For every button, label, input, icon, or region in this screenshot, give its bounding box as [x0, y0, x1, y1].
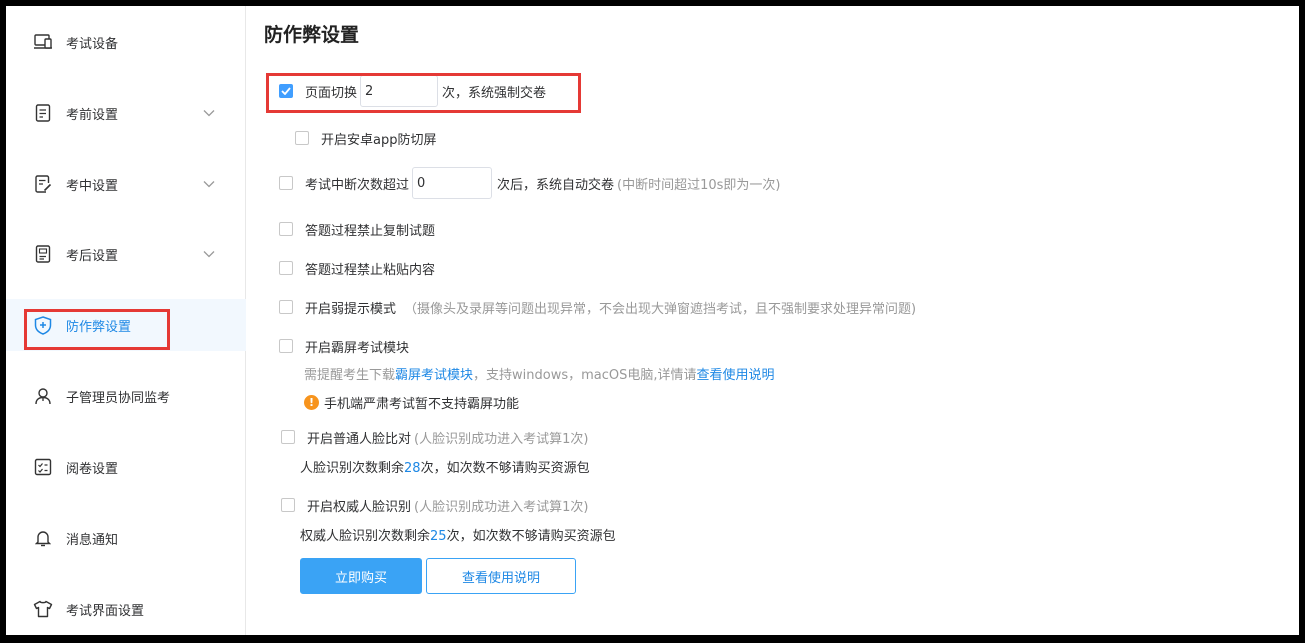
interrupt-label: 考试中断次数超过 [305, 177, 410, 193]
lockscreen-desc-prefix: 需提醒考生下载 [304, 368, 396, 383]
sidebar-item-in-exam[interactable]: 考中设置 [6, 158, 246, 210]
face-auth-row: 开启权威人脸识别 (人脸识别成功进入考试算1次) [281, 495, 588, 515]
report-icon [33, 244, 53, 264]
interrupt-checkbox[interactable] [279, 176, 293, 190]
no-copy-label: 答题过程禁止复制试题 [305, 223, 436, 239]
weak-hint-checkbox[interactable] [279, 300, 293, 314]
face-auth-label: 开启权威人脸识别 [307, 499, 412, 515]
laptop-icon [33, 32, 53, 52]
lockscreen-row: 开启霸屏考试模块 [279, 336, 409, 356]
sidebar-item-sub-admin[interactable]: 子管理员协同监考 [6, 370, 246, 422]
edit-document-icon [33, 174, 53, 194]
sidebar-item-label: 子管理员协同监考 [66, 390, 171, 406]
chevron-down-icon[interactable] [202, 106, 216, 120]
lockscreen-label: 开启霸屏考试模块 [305, 340, 410, 356]
page-switch-checkbox[interactable] [279, 84, 293, 98]
face-auth-remain-count: 25 [430, 529, 447, 544]
no-paste-label: 答题过程禁止粘贴内容 [305, 262, 436, 278]
sidebar-item-label: 防作弊设置 [66, 319, 132, 335]
lockscreen-warning-text: 手机端严肃考试暂不支持霸屏功能 [324, 397, 520, 412]
sidebar-item-label: 考后设置 [66, 248, 119, 264]
sidebar-item-label: 考前设置 [66, 107, 119, 123]
user-icon [33, 386, 53, 406]
face-auth-remain-prefix: 权威人脸识别次数剩余 [300, 529, 431, 544]
sidebar-item-label: 考中设置 [66, 178, 119, 194]
face-normal-remain-prefix: 人脸识别次数剩余 [300, 461, 405, 476]
weak-hint-label: 开启弱提示模式 [305, 301, 397, 317]
document-icon [33, 103, 53, 123]
lockscreen-guide-link[interactable]: 查看使用说明 [697, 368, 775, 383]
lockscreen-desc-middle: ，支持windows，macOS电脑,详情请 [473, 368, 697, 383]
face-normal-remaining: 人脸识别次数剩余28次，如次数不够请购买资源包 [300, 457, 590, 476]
buy-now-button[interactable]: 立即购买 [300, 558, 422, 594]
page-switch-suffix: 次，系统强制交卷 [442, 85, 547, 101]
sidebar: 考试设备 考前设置 考中设置 考后设置 防作弊设置 子管理员协同监考 阅卷设置 … [6, 6, 246, 635]
interrupt-hint: (中断时间超过10s即为一次) [617, 177, 781, 193]
bell-icon [33, 528, 53, 548]
shield-icon [33, 315, 53, 335]
face-normal-label: 开启普通人脸比对 [307, 431, 412, 447]
sidebar-item-anti-cheat[interactable]: 防作弊设置 [6, 299, 246, 351]
sidebar-item-label: 考试设备 [66, 36, 119, 52]
weak-hint-description: （摄像头及录屏等问题出现异常，不会出现大弹窗遮挡考试，且不强制要求处理异常问题) [404, 301, 917, 317]
face-auth-remaining: 权威人脸识别次数剩余25次，如次数不够请购买资源包 [300, 525, 616, 544]
lockscreen-warning: ! 手机端严肃考试暂不支持霸屏功能 [304, 393, 519, 412]
sidebar-item-label: 考试界面设置 [66, 603, 145, 619]
no-copy-checkbox[interactable] [279, 222, 293, 236]
page-switch-count-input[interactable] [360, 75, 439, 107]
no-copy-row: 答题过程禁止复制试题 [279, 219, 435, 239]
sidebar-item-label: 阅卷设置 [66, 461, 119, 477]
sidebar-item-post-exam[interactable]: 考后设置 [6, 228, 246, 280]
android-screen-label: 开启安卓app防切屏 [321, 132, 437, 148]
sidebar-item-pre-exam[interactable]: 考前设置 [6, 87, 246, 139]
face-auth-remain-suffix: 次，如次数不够请购买资源包 [446, 529, 616, 544]
sidebar-item-exam-device[interactable]: 考试设备 [6, 16, 246, 68]
grading-icon [33, 457, 53, 477]
no-paste-checkbox[interactable] [279, 261, 293, 275]
sidebar-item-label: 消息通知 [66, 532, 119, 548]
warning-icon: ! [304, 395, 319, 410]
lockscreen-checkbox[interactable] [279, 339, 293, 353]
lockscreen-description: 需提醒考生下载霸屏考试模块，支持windows，macOS电脑,详情请查看使用说… [304, 364, 775, 383]
face-normal-hint: (人脸识别成功进入考试算1次) [414, 431, 589, 447]
face-auth-checkbox[interactable] [281, 498, 295, 512]
face-normal-remain-suffix: 次，如次数不够请购买资源包 [420, 461, 590, 476]
no-paste-row: 答题过程禁止粘贴内容 [279, 258, 435, 278]
page-title: 防作弊设置 [264, 24, 360, 46]
sidebar-item-grading[interactable]: 阅卷设置 [6, 441, 246, 493]
shirt-icon [33, 599, 53, 619]
app-window: 考试设备 考前设置 考中设置 考后设置 防作弊设置 子管理员协同监考 阅卷设置 … [6, 6, 1299, 635]
weak-hint-row: 开启弱提示模式 （摄像头及录屏等问题出现异常，不会出现大弹窗遮挡考试，且不强制要… [279, 297, 916, 317]
main-panel: 防作弊设置 页面切换 次，系统强制交卷 开启安卓app防切屏 考试中断次数超过 … [247, 6, 1299, 635]
face-normal-remain-count: 28 [404, 461, 421, 476]
chevron-down-icon[interactable] [202, 247, 216, 261]
page-switch-label: 页面切换 [305, 85, 358, 101]
android-screen-row: 开启安卓app防切屏 [295, 128, 436, 148]
sidebar-item-notifications[interactable]: 消息通知 [6, 512, 246, 564]
face-auth-hint: (人脸识别成功进入考试算1次) [414, 499, 589, 515]
android-screen-checkbox[interactable] [295, 131, 309, 145]
lockscreen-download-link[interactable]: 霸屏考试模块 [395, 368, 473, 383]
sidebar-item-exam-ui[interactable]: 考试界面设置 [6, 583, 246, 635]
view-guide-button[interactable]: 查看使用说明 [426, 558, 576, 594]
face-normal-row: 开启普通人脸比对 (人脸识别成功进入考试算1次) [281, 427, 588, 447]
interrupt-count-input[interactable] [412, 167, 493, 199]
chevron-down-icon[interactable] [202, 177, 216, 191]
page-switch-row: 页面切换 次，系统强制交卷 [279, 75, 546, 107]
interrupt-row: 考试中断次数超过 次后，系统自动交卷 (中断时间超过10s即为一次) [279, 167, 781, 199]
face-normal-checkbox[interactable] [281, 430, 295, 444]
interrupt-suffix: 次后，系统自动交卷 [497, 177, 615, 193]
